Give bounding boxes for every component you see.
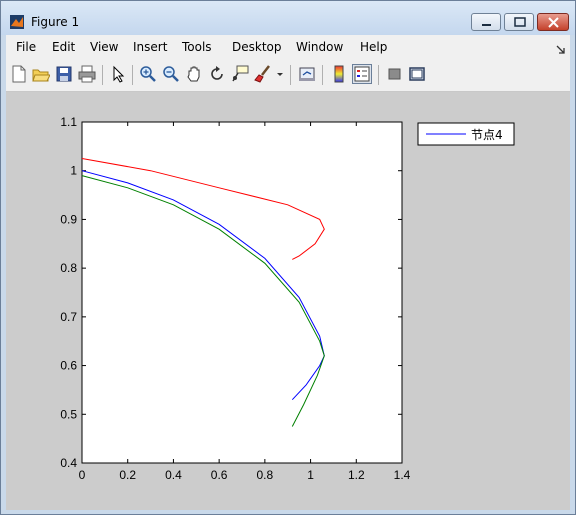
y-tick-label: 1.1 [60,115,77,129]
zoom-out-icon[interactable] [162,65,180,83]
data-cursor-icon[interactable] [231,65,249,83]
y-tick-label: 0.5 [60,407,77,421]
menu-edit[interactable]: Edit [52,40,75,54]
x-tick-label: 0.4 [165,468,182,482]
y-tick-label: 0.4 [60,456,77,470]
maximize-button[interactable] [504,13,534,31]
plot-svg: 0 0.2 0.4 0.6 0.8 1 1.2 1.4 0.4 0.5 0.6 0.7 0.8 0.9 1 1… [60,115,515,482]
toolbar-separator [132,65,133,85]
pan-icon[interactable] [185,65,203,83]
figure-toolbar [6,59,570,92]
toolbar-separator [290,65,291,85]
zoom-in-icon[interactable] [139,65,157,83]
x-tick-label: 1.4 [394,468,411,482]
title-bar[interactable]: Figure 1 [1,1,575,35]
pointer-icon[interactable] [109,65,127,83]
menu-help[interactable]: Help [360,40,387,54]
menu-tools[interactable]: Tools [182,40,212,54]
legend-box[interactable]: 节点4 [417,122,515,146]
x-tick-label: 0.6 [211,468,228,482]
toolbar-separator [378,65,379,85]
save-icon[interactable] [55,65,73,83]
legend-label: 节点4 [471,128,503,142]
brush-icon[interactable] [254,65,272,83]
x-tick-label: 0.2 [119,468,136,482]
y-tick-label: 0.8 [60,261,77,275]
toolbar-separator [322,65,323,85]
axes-box [81,121,403,464]
menu-bar: File Edit View Insert Tools Desktop Wind… [6,35,570,59]
figure-canvas: 0 0.2 0.4 0.6 0.8 1 1.2 1.4 0.4 0.5 0.6 0.7 0.8 0.9 1 1… [6,92,570,510]
x-tick-label: 0 [79,468,86,482]
new-figure-icon[interactable] [10,65,28,83]
figure-window: Figure 1 File Edit View Insert Tools Des… [0,0,576,515]
menu-desktop[interactable]: Desktop [232,40,282,54]
y-tick-label: 1 [70,164,77,178]
close-button[interactable] [537,13,569,31]
colorbar-icon[interactable] [330,65,348,83]
print-icon[interactable] [78,65,96,83]
y-tick-label: 0.6 [60,359,77,373]
matlab-logo-icon [10,14,24,29]
y-tick-label: 0.9 [60,212,77,226]
toolbar-separator [102,65,103,85]
show-tools-icon[interactable] [408,65,426,83]
legend-icon[interactable] [352,64,372,84]
rotate-icon[interactable] [208,65,226,83]
hide-tools-icon[interactable] [386,65,404,83]
link-plot-icon[interactable] [298,65,316,83]
y-tick-label: 0.7 [60,310,77,324]
open-file-icon[interactable] [32,65,51,83]
menu-file[interactable]: File [16,40,36,54]
chevron-down-icon[interactable] [276,65,284,83]
x-tick-label: 1 [307,468,314,482]
menu-insert[interactable]: Insert [133,40,167,54]
x-tick-label: 0.8 [257,468,274,482]
menu-window[interactable]: Window [296,40,343,54]
minimize-button[interactable] [471,13,501,31]
x-tick-label: 1.2 [348,468,365,482]
dock-arrow-icon[interactable] [556,40,566,59]
menu-view[interactable]: View [90,40,118,54]
window-title: Figure 1 [31,15,80,29]
